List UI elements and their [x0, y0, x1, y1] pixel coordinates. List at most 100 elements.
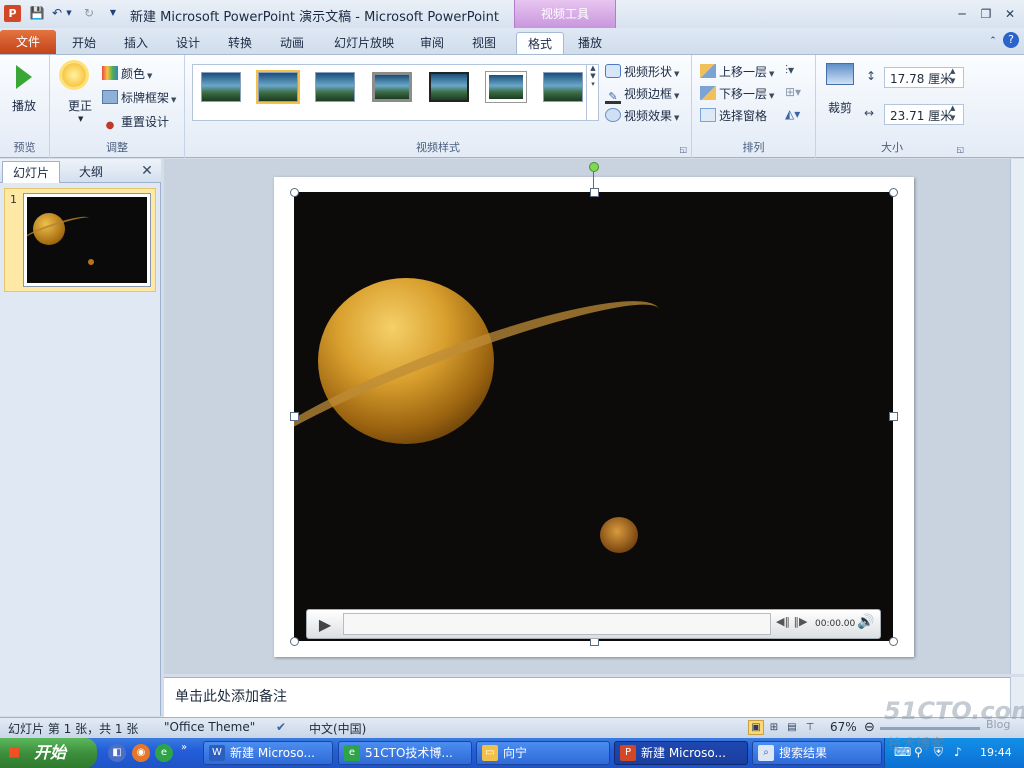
folder-icon: ▭ [482, 745, 498, 761]
taskbar-item-search[interactable]: ⌕ 搜索结果 [752, 741, 882, 765]
color-button[interactable]: 颜色 ▼ [102, 65, 152, 82]
taskbar-item-folder[interactable]: ▭ 向宁 [476, 741, 610, 765]
tab-home[interactable]: 开始 [62, 32, 106, 54]
slide-sorter-icon[interactable]: ⊞ [766, 720, 782, 735]
resize-handle-left[interactable] [290, 412, 299, 421]
align-icon[interactable]: ⫶▾ [785, 63, 794, 78]
gallery-scroll[interactable]: ▲ ▼ ▾ [586, 64, 599, 121]
selection-pane-icon [700, 108, 716, 122]
redo-icon[interactable]: ↻ [80, 4, 98, 22]
video-style-thumb[interactable] [372, 72, 412, 102]
selection-pane-button[interactable]: 选择窗格 [700, 107, 767, 124]
watermark-subtitle: 技术博客 [888, 737, 944, 753]
browser-icon[interactable]: e [155, 744, 173, 762]
minimize-icon[interactable]: ─ [951, 5, 973, 23]
language-status[interactable]: 中文(中国) [309, 720, 366, 737]
video-border-button[interactable]: ✎ 视频边框 ▼ [605, 85, 679, 104]
tab-format[interactable]: 格式 [516, 32, 564, 54]
tab-animations[interactable]: 动画 [270, 32, 314, 54]
step-back-forward-icon[interactable]: ◀‖ ‖▶ [776, 615, 807, 628]
resize-handle-bottom-right[interactable] [889, 637, 898, 646]
close-icon[interactable]: ✕ [999, 5, 1021, 23]
video-style-thumb[interactable] [201, 72, 241, 102]
video-style-thumb[interactable] [486, 72, 526, 102]
slideshow-view-icon[interactable]: ⊤ [802, 720, 818, 735]
video-shape-button[interactable]: 视频形状 ▼ [605, 63, 679, 80]
resize-handle-top-right[interactable] [889, 188, 898, 197]
normal-view-icon[interactable]: ▣ [748, 720, 764, 735]
volume-icon[interactable]: 🔊 [857, 614, 874, 630]
group-video-styles: ▲ ▼ ▾ 视频形状 ▼ ✎ 视频边框 ▼ 视频效果 ▼ 视频样式 ◱ [185, 55, 692, 158]
video-effects-button[interactable]: 视频效果 ▼ [605, 107, 679, 124]
help-icon[interactable]: ? [1003, 32, 1019, 48]
video-seek-bar[interactable] [343, 613, 771, 635]
tab-outline-panel[interactable]: 大纲 [62, 161, 120, 183]
group-objects-icon[interactable]: ⊞▾ [785, 85, 801, 99]
restore-icon[interactable]: ❐ [975, 5, 997, 23]
corrections-dropdown-icon[interactable]: ▼ [78, 115, 83, 123]
height-spinner[interactable]: ▲ ▼ [950, 66, 955, 86]
send-backward-button[interactable]: 下移一层 ▼ [700, 85, 774, 102]
resize-handle-bottom-left[interactable] [290, 637, 299, 646]
group-size: 裁剪 ↕ 17.78 厘米 ▲ ▼ ↔ 23.71 厘米 ▲ ▼ 大小 ◱ [816, 55, 968, 158]
send-backward-label: 下移一层 [719, 87, 768, 101]
minimize-ribbon-icon[interactable]: ⌃ [984, 32, 1002, 50]
reading-view-icon[interactable]: ▤ [784, 720, 800, 735]
zoom-level[interactable]: 67% [830, 720, 857, 734]
tab-view[interactable]: 视图 [462, 32, 506, 54]
taskbar-item-powerpoint[interactable]: P 新建 Microso... [614, 741, 748, 765]
tab-transitions[interactable]: 转换 [218, 32, 262, 54]
tray-volume-icon[interactable]: ♪ [954, 745, 962, 759]
canvas-vertical-scrollbar[interactable] [1010, 159, 1024, 674]
quicklaunch-more-icon[interactable]: » [181, 742, 187, 753]
tab-insert[interactable]: 插入 [114, 32, 158, 54]
video-style-thumb-selected[interactable] [256, 70, 300, 104]
width-spinner[interactable]: ▲ ▼ [950, 103, 955, 123]
resize-handle-right[interactable] [889, 412, 898, 421]
video-style-thumb[interactable] [429, 72, 469, 102]
tab-design[interactable]: 设计 [166, 32, 210, 54]
zoom-out-icon[interactable]: ⊖ [864, 720, 875, 735]
customize-qat-icon[interactable]: ▼ [104, 4, 122, 22]
video-style-thumb[interactable] [315, 72, 355, 102]
play-button[interactable]: 播放 [12, 97, 36, 114]
corrections-sun-icon[interactable] [62, 63, 86, 87]
notes-placeholder[interactable]: 单击此处添加备注 [175, 686, 287, 706]
resize-handle-top-left[interactable] [290, 188, 299, 197]
taskbar-item-word[interactable]: W 新建 Microso... [203, 741, 333, 765]
play-icon[interactable] [16, 65, 32, 89]
tab-file[interactable]: 文件 [0, 30, 56, 54]
tab-slides-panel[interactable]: 幻灯片 [2, 161, 60, 183]
tab-playback[interactable]: 播放 [568, 32, 612, 54]
poster-frame-button[interactable]: 标牌框架 ▼ [102, 89, 176, 106]
video-style-thumb[interactable] [543, 72, 583, 102]
taskbar-item-browser[interactable]: e 51CTO技术博... [338, 741, 472, 765]
taskbar-clock[interactable]: 19:44 [980, 746, 1012, 759]
dialog-launcher-icon[interactable]: ◱ [679, 145, 687, 154]
rotation-handle[interactable] [589, 162, 599, 172]
powerpoint-app-icon[interactable]: P [4, 5, 21, 22]
video-play-icon[interactable]: ▶ [314, 614, 336, 636]
search-results-icon: ⌕ [758, 745, 774, 761]
media-player-icon[interactable]: ◉ [132, 744, 150, 762]
close-panel-icon[interactable]: ✕ [138, 162, 156, 180]
show-desktop-icon[interactable]: ◧ [108, 744, 126, 762]
taskbar-item-label: 搜索结果 [779, 746, 828, 760]
video-player[interactable] [294, 192, 893, 641]
reset-design-button[interactable]: ● 重置设计 [102, 113, 169, 134]
save-icon[interactable]: 💾 [28, 4, 46, 22]
slide-thumbnail[interactable] [23, 193, 151, 287]
tab-slideshow[interactable]: 幻灯片放映 [324, 32, 404, 54]
rotate-icon[interactable]: ◭▾ [785, 107, 800, 121]
resize-handle-top[interactable] [590, 188, 599, 197]
zoom-slider[interactable] [880, 727, 980, 730]
theme-status[interactable]: "Office Theme" [164, 720, 255, 734]
size-dialog-launcher-icon[interactable]: ◱ [956, 145, 964, 154]
crop-button[interactable]: 裁剪 [828, 99, 852, 116]
undo-dropdown-icon[interactable]: ▼ [64, 4, 74, 22]
corrections-button[interactable]: 更正 [68, 97, 92, 114]
crop-icon[interactable] [826, 63, 854, 85]
spell-check-icon[interactable]: ✔ [276, 720, 286, 734]
bring-forward-button[interactable]: 上移一层 ▼ [700, 63, 774, 80]
tab-review[interactable]: 审阅 [410, 32, 454, 54]
